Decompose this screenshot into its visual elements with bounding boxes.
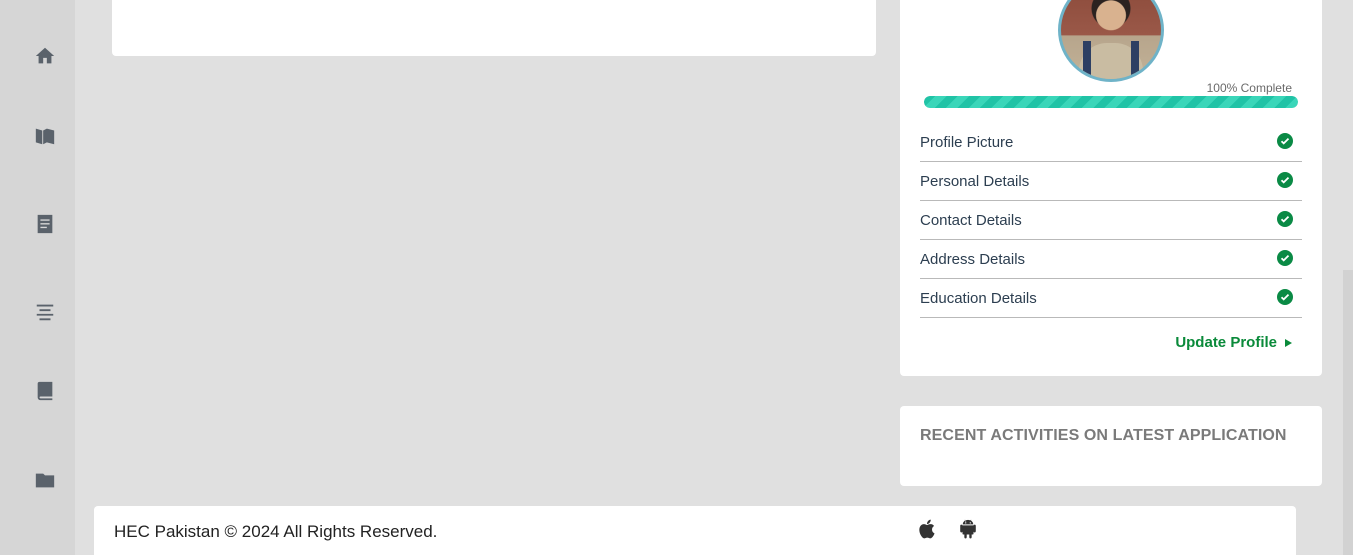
- checklist-item: Profile Picture: [920, 123, 1302, 162]
- check-circle-icon: [1277, 249, 1293, 266]
- progress-fill: [924, 96, 1298, 108]
- folder-icon[interactable]: [33, 468, 57, 492]
- apple-icon[interactable]: [916, 516, 940, 542]
- check-circle-icon: [1277, 210, 1293, 227]
- update-profile-label: Update Profile: [1175, 334, 1277, 351]
- completion-label: 100% Complete: [1206, 81, 1292, 95]
- checklist-item: Personal Details: [920, 162, 1302, 201]
- recent-activities-card: RECENT ACTIVITIES ON LATEST APPLICATION: [900, 406, 1322, 486]
- check-circle-icon: [1277, 288, 1293, 305]
- scrollbar-thumb[interactable]: [1343, 270, 1353, 555]
- android-icon[interactable]: [956, 516, 980, 542]
- home-icon[interactable]: [33, 44, 57, 68]
- checklist-label: Education Details: [920, 289, 1037, 307]
- checklist-label: Contact Details: [920, 211, 1022, 229]
- checklist-item: Address Details: [920, 240, 1302, 279]
- caret-right-icon: [1285, 338, 1292, 347]
- check-circle-icon: [1277, 171, 1293, 188]
- checklist-item: Education Details: [920, 279, 1302, 318]
- checklist-label: Profile Picture: [920, 133, 1014, 151]
- profile-checklist: Profile Picture Personal Details Contact…: [920, 123, 1302, 318]
- check-circle-icon: [1277, 132, 1293, 149]
- checklist-label: Personal Details: [920, 172, 1030, 190]
- recent-activities-title: RECENT ACTIVITIES ON LATEST APPLICATION: [920, 427, 1287, 444]
- map-book-icon[interactable]: [33, 124, 57, 148]
- avatar: [1058, 0, 1164, 82]
- profile-card: 100% Complete Profile Picture Personal D…: [900, 0, 1322, 376]
- content-card: [112, 0, 876, 56]
- profile-progress-bar: [924, 96, 1298, 108]
- document-icon[interactable]: [33, 212, 57, 236]
- footer-copyright: HEC Pakistan © 2024 All Rights Reserved.: [114, 522, 438, 541]
- list-icon[interactable]: [33, 300, 57, 324]
- book-icon[interactable]: [33, 379, 57, 403]
- update-profile-link[interactable]: Update Profile: [1175, 334, 1292, 351]
- checklist-item: Contact Details: [920, 201, 1302, 240]
- checklist-label: Address Details: [920, 250, 1026, 268]
- footer: HEC Pakistan © 2024 All Rights Reserved.: [94, 506, 1296, 555]
- sidebar: [0, 0, 75, 555]
